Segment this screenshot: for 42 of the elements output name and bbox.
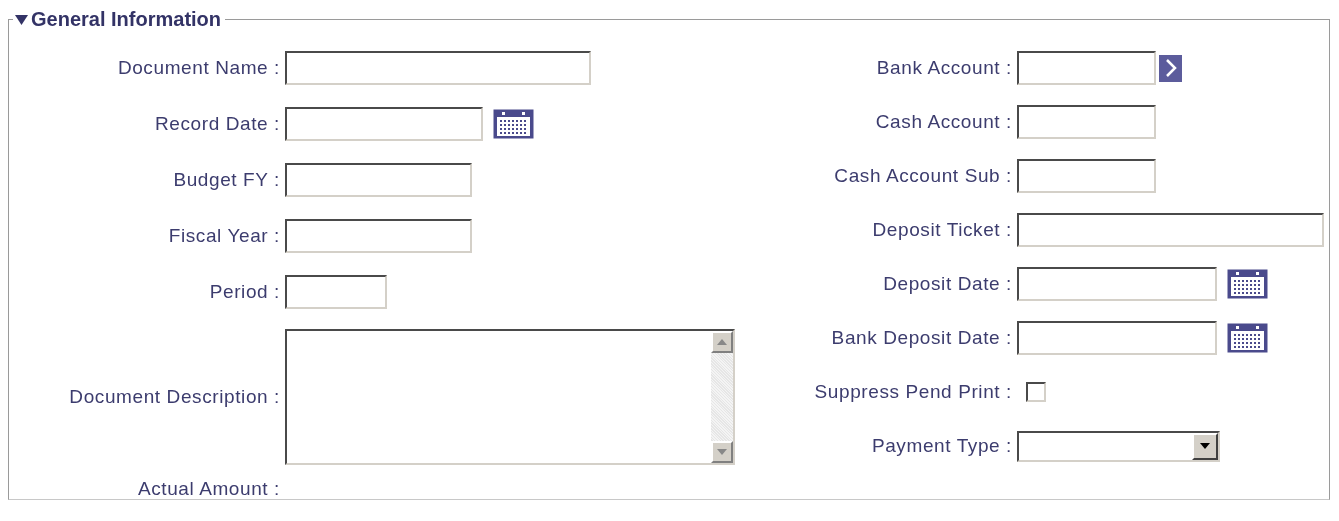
text-area[interactable]: [285, 329, 735, 465]
field-label: Document Description :: [68, 386, 281, 408]
text-field[interactable]: [1017, 51, 1156, 85]
text-field[interactable]: [1017, 213, 1324, 247]
down-triangle-icon: [1200, 443, 1210, 449]
calendar-icon[interactable]: [1227, 269, 1268, 299]
field-label: Deposit Date :: [882, 273, 1013, 295]
triangle-icon[interactable]: [15, 14, 28, 25]
lookup-button[interactable]: [1159, 54, 1182, 82]
date-field[interactable]: [285, 107, 483, 141]
field-label: Cash Account Sub :: [833, 165, 1013, 187]
field-label: Record Date :: [153, 113, 281, 135]
down-triangle-icon: [717, 449, 727, 455]
chevron-right-icon: [1164, 59, 1177, 77]
field-label: Bank Deposit Date :: [830, 327, 1013, 349]
field-label: Deposit Ticket :: [871, 219, 1013, 241]
text-field[interactable]: [285, 275, 387, 309]
section-title[interactable]: General Information: [31, 8, 222, 31]
text-field[interactable]: [285, 163, 472, 197]
field-label: Actual Amount :: [136, 478, 281, 500]
text-field[interactable]: [285, 219, 472, 253]
calendar-icon[interactable]: [493, 109, 534, 139]
dropdown[interactable]: [1017, 430, 1220, 462]
field-label: Payment Type :: [870, 435, 1013, 457]
field-label: Budget FY :: [172, 169, 281, 191]
checkbox[interactable]: [1026, 382, 1046, 402]
dropdown-button[interactable]: [1192, 432, 1218, 460]
field-label: Suppress Pend Print :: [813, 381, 1013, 403]
field-label: Fiscal Year :: [167, 225, 281, 247]
text-field[interactable]: [285, 51, 591, 85]
scroll-down-button[interactable]: [711, 441, 733, 463]
field-label: Cash Account :: [874, 111, 1013, 133]
scroll-up-button[interactable]: [711, 331, 733, 353]
text-field[interactable]: [1017, 159, 1156, 193]
date-field[interactable]: [1017, 267, 1217, 301]
field-label: Document Name :: [116, 57, 281, 79]
up-triangle-icon: [717, 339, 727, 345]
calendar-icon[interactable]: [1227, 323, 1268, 353]
field-label: Bank Account :: [875, 57, 1013, 79]
date-field[interactable]: [1017, 321, 1217, 355]
text-field[interactable]: [1017, 105, 1156, 139]
field-label: Period :: [208, 281, 281, 303]
